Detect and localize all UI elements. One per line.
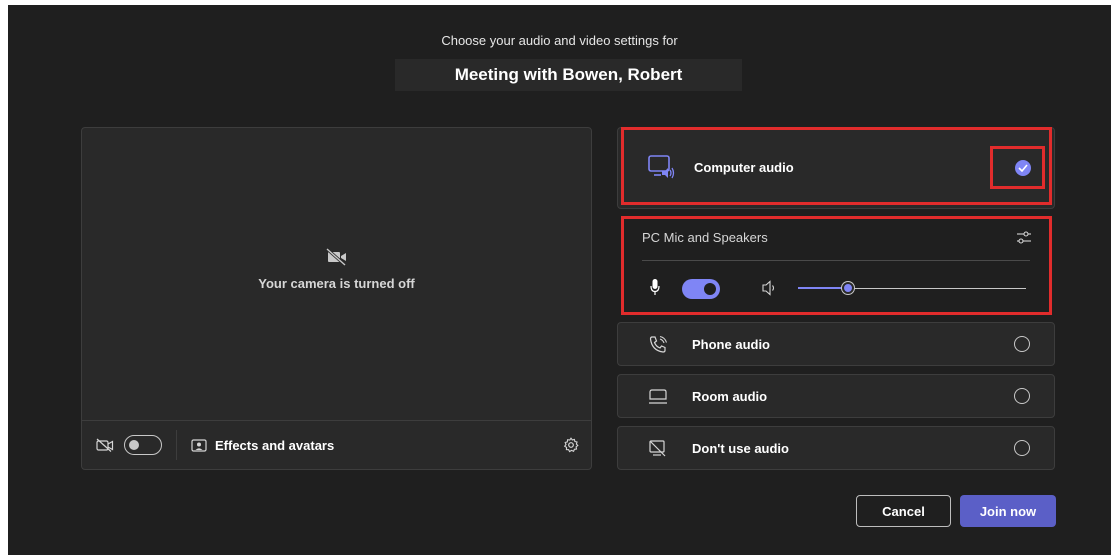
phone-audio-option[interactable]: Phone audio [617, 322, 1055, 366]
no-audio-icon [648, 440, 668, 458]
highlight-box-device-panel [621, 216, 1052, 315]
no-audio-option[interactable]: Don't use audio [617, 426, 1055, 470]
phone-icon [648, 335, 668, 355]
highlight-box-checkmark [990, 146, 1045, 189]
video-off-icon [325, 248, 348, 276]
cancel-button[interactable]: Cancel [856, 495, 951, 527]
effects-and-avatars-button[interactable]: Effects and avatars [215, 438, 334, 453]
camera-toggle[interactable] [124, 435, 162, 455]
video-preview: Your camera is turned off Effects and av… [81, 127, 592, 470]
room-audio-radio[interactable] [1014, 388, 1030, 404]
camera-status-text: Your camera is turned off [258, 276, 415, 291]
phone-audio-radio[interactable] [1014, 336, 1030, 352]
meeting-title: Meeting with Bowen, Robert [395, 59, 742, 91]
phone-audio-label: Phone audio [692, 337, 770, 352]
gear-icon[interactable] [563, 437, 579, 453]
no-audio-radio[interactable] [1014, 440, 1030, 456]
room-icon [648, 388, 668, 406]
pre-join-screen: Choose your audio and video settings for… [8, 5, 1111, 555]
page-subtitle: Choose your audio and video settings for [441, 33, 678, 48]
video-off-icon [96, 438, 114, 452]
effects-icon[interactable] [191, 438, 207, 452]
room-audio-label: Room audio [692, 389, 768, 404]
room-audio-option[interactable]: Room audio [617, 374, 1055, 418]
preview-toolbar: Effects and avatars [82, 420, 591, 469]
highlight-box-computer-audio [621, 127, 1052, 205]
toolbar-divider [176, 430, 177, 460]
join-now-button[interactable]: Join now [960, 495, 1056, 527]
camera-off-message: Your camera is turned off [82, 248, 591, 291]
no-audio-label: Don't use audio [692, 441, 789, 456]
